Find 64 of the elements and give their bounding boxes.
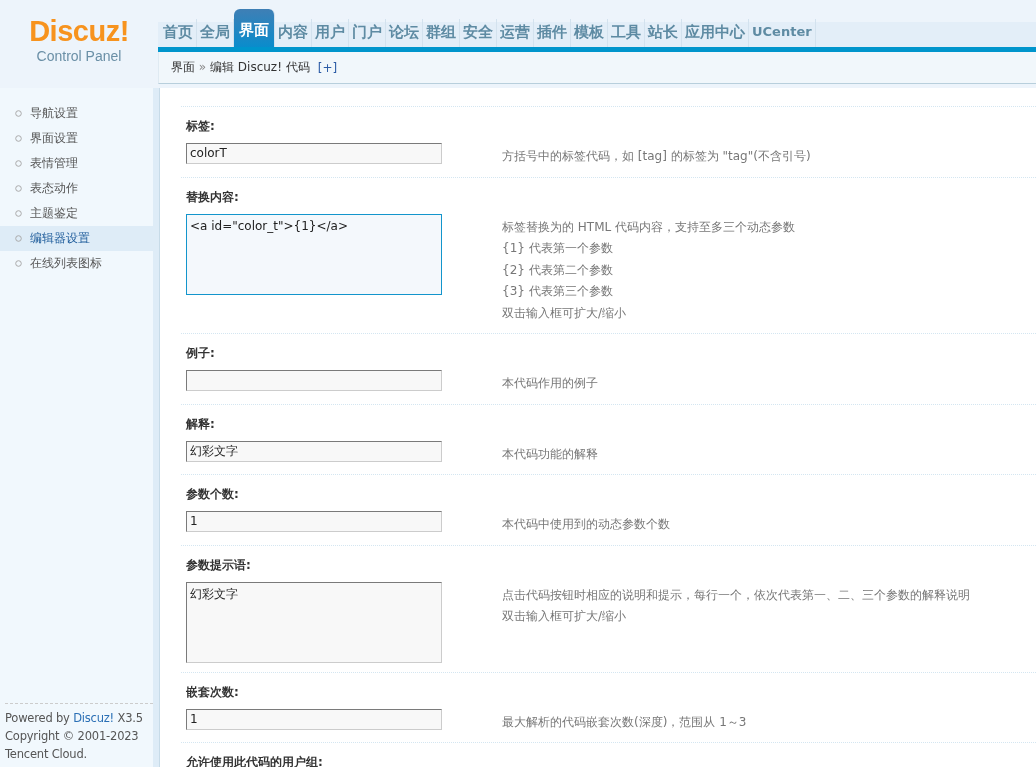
- nav-tab[interactable]: 界面: [234, 9, 275, 47]
- field-label: 嵌套次数:: [186, 683, 240, 701]
- field-hint: 本代码中使用到的动态参数个数: [502, 516, 670, 533]
- nav-tab[interactable]: UCenter: [749, 19, 816, 47]
- field-label: 参数个数:: [186, 486, 240, 503]
- nav-tab[interactable]: 内容: [275, 19, 312, 47]
- field-hint: 点击代码按钮时相应的说明和提示，每行一个，依次代表第一、二、三个参数的解释说明: [502, 586, 970, 604]
- sidebar-item[interactable]: 导航设置: [0, 101, 153, 126]
- nav-tab[interactable]: 插件: [534, 19, 571, 47]
- nav-tab[interactable]: 首页: [160, 19, 197, 47]
- field-label: 参数提示语:: [186, 556, 252, 574]
- footer-text: Tencent Cloud.: [5, 746, 88, 763]
- field-hint: 本代码作用的例子: [502, 375, 598, 392]
- input-field[interactable]: 1: [186, 511, 442, 532]
- field-hint: 双击输入框可扩大/缩小: [502, 608, 628, 625]
- breadcrumb-text: 界面 » 编辑 Discuz! 代码: [171, 59, 310, 76]
- nav-tab[interactable]: 安全: [460, 19, 497, 47]
- nav-tab[interactable]: 运营: [497, 19, 534, 47]
- field-label: 替换内容:: [186, 188, 240, 206]
- field-label: 标签:: [186, 118, 216, 135]
- input-field[interactable]: 幻彩文字: [186, 440, 442, 462]
- sidebar-item[interactable]: 表情管理: [0, 151, 153, 176]
- nav-tab[interactable]: 群组: [423, 19, 460, 47]
- circle-icon: [15, 260, 22, 267]
- discuz-link[interactable]: Discuz!: [73, 711, 115, 725]
- field-label: 解释:: [186, 415, 216, 433]
- input-field[interactable]: [186, 370, 442, 391]
- circle-icon: [15, 235, 22, 242]
- circle-icon: [15, 110, 22, 117]
- nav-tab[interactable]: 工具: [608, 19, 645, 47]
- circle-icon: [15, 135, 22, 142]
- nav-tab[interactable]: 用户: [312, 19, 349, 47]
- logo-subtitle: Control Panel: [36, 48, 122, 64]
- sidebar-item[interactable]: 主题鉴定: [0, 201, 153, 226]
- nav-tab[interactable]: 模板: [571, 19, 608, 47]
- field-hint: 最大解析的代码嵌套次数(深度)，范围从 1～3: [502, 713, 747, 731]
- circle-icon: [15, 160, 22, 167]
- input-field[interactable]: 1: [186, 708, 442, 730]
- powered-text: Powered by: [5, 711, 70, 725]
- field-hint: 本代码功能的解释: [502, 445, 598, 463]
- nav-tab[interactable]: 门户: [349, 19, 386, 47]
- field-hint: {3} 代表第三个参数: [502, 283, 614, 300]
- nav-tab[interactable]: 应用中心: [682, 19, 749, 47]
- field-hint: {2} 代表第二个参数: [502, 261, 614, 279]
- text-area[interactable]: 幻彩文字: [186, 581, 442, 663]
- field-label: 例子:: [186, 345, 216, 362]
- circle-icon: [15, 185, 22, 192]
- sidebar-item[interactable]: 表态动作: [0, 176, 153, 201]
- sidebar-item[interactable]: 在线列表图标: [0, 251, 153, 276]
- nav-tab[interactable]: 站长: [645, 19, 682, 47]
- sidebar-item[interactable]: 编辑器设置: [0, 226, 153, 251]
- add-link[interactable]: [+]: [317, 60, 338, 75]
- footer-text: Copyright © 2001-2023: [5, 728, 140, 745]
- text-area[interactable]: <a id="color_t">{1}</a>: [186, 213, 442, 295]
- field-hint: 标签替换为的 HTML 代码内容，支持至多三个动态参数: [502, 218, 796, 236]
- nav-tab[interactable]: 论坛: [386, 19, 423, 47]
- circle-icon: [15, 210, 22, 217]
- sidebar-item[interactable]: 界面设置: [0, 126, 153, 151]
- version-text: X3.5: [117, 711, 143, 725]
- field-hint: 方括号中的标签代码，如 [tag] 的标签为 "tag"(不含引号): [502, 148, 811, 165]
- input-field[interactable]: colorT: [186, 143, 442, 164]
- field-hint: {1} 代表第一个参数: [502, 240, 614, 257]
- field-hint: 双击输入框可扩大/缩小: [502, 304, 628, 322]
- logo-text: Discuz!: [29, 16, 129, 46]
